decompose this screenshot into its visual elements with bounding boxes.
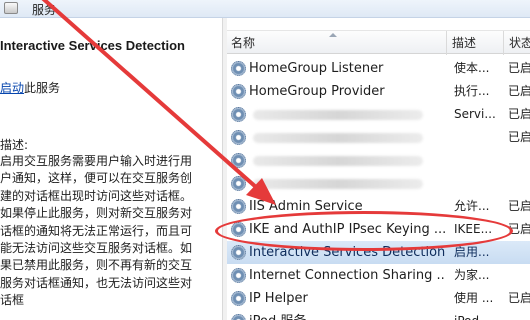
gear-icon bbox=[231, 245, 246, 260]
services-list: 名称 描述 状态 HomeGroup Listener 使本... 已启 Hom… bbox=[227, 18, 530, 320]
service-description: Servi... bbox=[454, 107, 496, 121]
service-row[interactable]: IKE and AuthIP IPsec Keying ... IKEE... … bbox=[227, 218, 530, 241]
obscured-service-name bbox=[253, 110, 423, 120]
window-titlebar: 服务 bbox=[0, 0, 530, 18]
start-service-suffix: 此服务 bbox=[24, 81, 61, 95]
gear-icon bbox=[231, 107, 246, 122]
column-header-name[interactable]: 名称 bbox=[227, 31, 447, 55]
start-service-line: 启动此服务 bbox=[0, 79, 60, 96]
service-description: 允许... bbox=[454, 199, 490, 213]
service-row[interactable]: HomeGroup Listener 使本... 已启 bbox=[227, 57, 530, 80]
gear-icon bbox=[231, 268, 246, 283]
service-name: IP Helper bbox=[249, 291, 308, 306]
gear-icon bbox=[231, 84, 246, 99]
gear-icon bbox=[231, 176, 246, 191]
service-description: 为家... bbox=[454, 268, 490, 282]
obscured-service-name bbox=[253, 179, 423, 189]
service-name: HomeGroup Provider bbox=[249, 84, 385, 99]
service-name: IIS Admin Service bbox=[249, 199, 363, 214]
service-name: Interactive Services Detection bbox=[249, 245, 445, 260]
obscured-service-name bbox=[253, 156, 423, 166]
column-header-description[interactable]: 描述 bbox=[448, 31, 504, 55]
description-label: 描述: bbox=[0, 138, 29, 152]
service-description: 使用 ... bbox=[454, 291, 494, 305]
gear-icon bbox=[231, 291, 246, 306]
column-header-status[interactable]: 状态 bbox=[505, 31, 530, 55]
service-name: HomeGroup Listener bbox=[249, 61, 384, 76]
service-status: 已启 bbox=[508, 107, 530, 121]
service-row-obscured[interactable]: 已启 bbox=[227, 126, 530, 149]
services-window-icon bbox=[4, 2, 18, 14]
gear-icon bbox=[231, 153, 246, 168]
description-text: 启用交互服务需要用户输入时进行用 户通知，这样，便可以在交互服务创 建的对话框出… bbox=[0, 154, 193, 308]
service-description: iPod... bbox=[454, 310, 502, 320]
service-title: Interactive Services Detection bbox=[0, 38, 185, 53]
service-row-obscured[interactable]: Servi... 已启 bbox=[227, 103, 530, 126]
service-name: iPod 服务 bbox=[249, 310, 445, 320]
service-row-selected[interactable]: Interactive Services Detection 启用... bbox=[227, 241, 530, 264]
obscured-service-name bbox=[253, 133, 423, 143]
service-status: 已启 bbox=[508, 199, 530, 213]
service-name: IKE and AuthIP IPsec Keying ... bbox=[249, 222, 445, 237]
service-status: 已启 bbox=[508, 61, 530, 75]
service-status: 已启 bbox=[508, 291, 530, 305]
gear-icon bbox=[231, 199, 246, 214]
service-row[interactable]: Internet Connection Sharing ... 为家... bbox=[227, 264, 530, 287]
service-row-obscured[interactable] bbox=[227, 149, 530, 172]
gear-icon bbox=[231, 222, 246, 237]
service-status: 已启 bbox=[508, 84, 530, 98]
start-service-link[interactable]: 启动 bbox=[0, 81, 24, 95]
service-row[interactable]: IP Helper 使用 ... 已启 bbox=[227, 287, 530, 310]
service-row[interactable]: iPod 服务 iPod... bbox=[227, 310, 530, 320]
gear-icon bbox=[231, 130, 246, 145]
service-name: Internet Connection Sharing ... bbox=[249, 268, 445, 283]
service-description: 执行... bbox=[454, 84, 490, 98]
window-title: 服务 bbox=[32, 3, 57, 17]
service-rows: HomeGroup Listener 使本... 已启 HomeGroup Pr… bbox=[227, 57, 530, 320]
service-detail-pane: Interactive Services Detection 启动此服务 描述:… bbox=[0, 18, 222, 320]
list-header: 名称 描述 状态 bbox=[227, 30, 530, 55]
service-description: 使本... bbox=[454, 61, 490, 75]
gear-icon bbox=[231, 314, 246, 320]
service-row[interactable]: HomeGroup Provider 执行... 已启 bbox=[227, 80, 530, 103]
service-description: IKEE... bbox=[454, 222, 493, 236]
gear-icon bbox=[231, 61, 246, 76]
service-description: 启用... bbox=[454, 245, 490, 259]
service-status: 已启 bbox=[508, 130, 530, 144]
service-row[interactable]: IIS Admin Service 允许... 已启 bbox=[227, 195, 530, 218]
service-status: 已启 bbox=[508, 222, 530, 236]
service-row-obscured[interactable] bbox=[227, 172, 530, 195]
